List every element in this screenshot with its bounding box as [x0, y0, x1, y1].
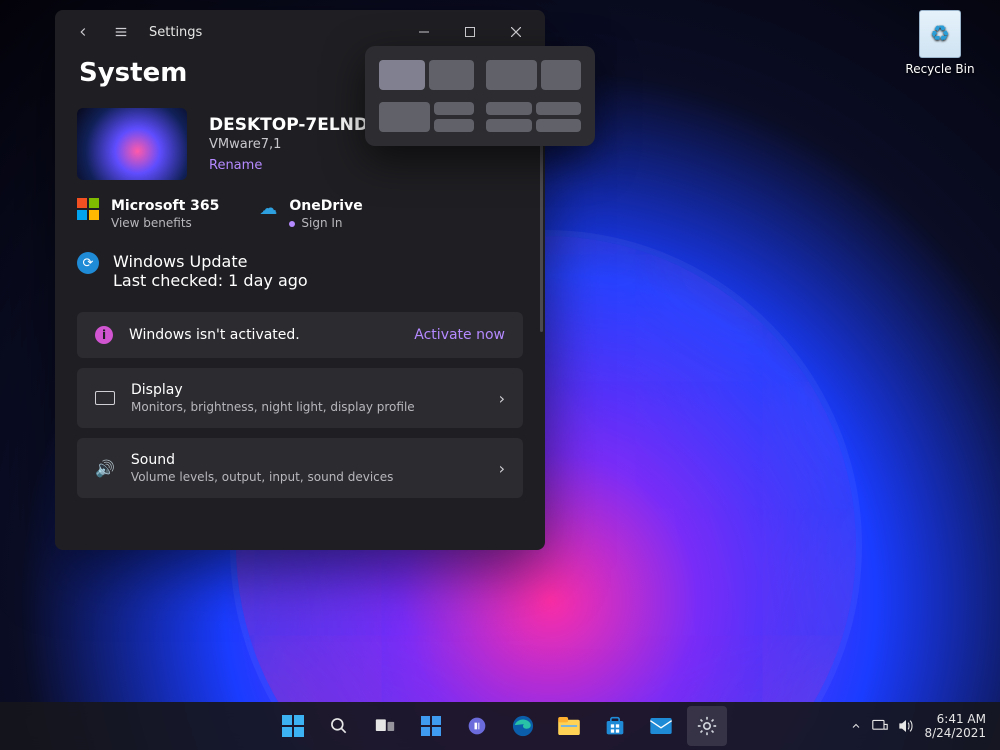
taskbar-app-chat[interactable] — [457, 706, 497, 746]
snap-layout-1-plus-2[interactable] — [379, 102, 474, 132]
activation-banner: i Windows isn't activated. Activate now — [77, 312, 523, 358]
chevron-right-icon: › — [499, 459, 505, 478]
recycle-bin-label: Recycle Bin — [900, 62, 980, 76]
desktop-icon-recycle-bin[interactable]: Recycle Bin — [900, 10, 980, 76]
search-button[interactable] — [319, 706, 359, 746]
taskbar-app-mail[interactable] — [641, 706, 681, 746]
taskbar-clock[interactable]: 6:41 AM 8/24/2021 — [924, 712, 986, 741]
sound-sub: Volume levels, output, input, sound devi… — [131, 470, 393, 484]
widgets-button[interactable] — [411, 706, 451, 746]
window-minimize-button[interactable] — [401, 16, 447, 48]
quick-microsoft-365[interactable]: Microsoft 365 View benefits — [77, 198, 219, 230]
chevron-right-icon: › — [499, 389, 505, 408]
quick-onedrive[interactable]: ☁ OneDrive Sign In — [259, 198, 362, 230]
back-button[interactable] — [73, 22, 93, 42]
sound-icon: 🔊 — [95, 459, 115, 478]
display-icon — [95, 391, 115, 405]
taskbar-app-file-explorer[interactable] — [549, 706, 589, 746]
window-title: Settings — [149, 25, 202, 40]
snap-layout-2col[interactable] — [379, 60, 474, 90]
device-name: DESKTOP-7ELNDNI — [209, 115, 389, 135]
m365-sub: View benefits — [111, 216, 219, 230]
taskbar-app-settings[interactable] — [687, 706, 727, 746]
clock-date: 8/24/2021 — [924, 726, 986, 740]
tray-overflow-chevron-icon[interactable] — [850, 720, 862, 732]
settings-scroll-region[interactable]: DESKTOP-7ELNDNI VMware7,1 Rename Microso… — [55, 102, 545, 550]
activation-text: Windows isn't activated. — [129, 327, 300, 343]
volume-icon[interactable] — [898, 719, 914, 733]
start-button[interactable] — [273, 706, 313, 746]
taskbar: 6:41 AM 8/24/2021 — [0, 702, 1000, 750]
device-model: VMware7,1 — [209, 137, 389, 152]
wu-title: Windows Update — [113, 252, 308, 271]
onedrive-icon: ☁ — [259, 198, 277, 219]
wu-sub: Last checked: 1 day ago — [113, 271, 308, 290]
m365-title: Microsoft 365 — [111, 198, 219, 214]
snap-layouts-flyout — [365, 46, 595, 146]
settings-item-sound[interactable]: 🔊 Sound Volume levels, output, input, so… — [77, 438, 523, 498]
onedrive-title: OneDrive — [289, 198, 362, 214]
display-sub: Monitors, brightness, night light, displ… — [131, 400, 415, 414]
info-icon: i — [95, 326, 113, 344]
display-title: Display — [131, 382, 415, 398]
microsoft-365-icon — [77, 198, 99, 220]
settings-item-display[interactable]: Display Monitors, brightness, night ligh… — [77, 368, 523, 428]
clock-time: 6:41 AM — [924, 712, 986, 726]
network-icon[interactable] — [872, 719, 888, 733]
quick-windows-update[interactable]: ⟳ Windows Update Last checked: 1 day ago — [77, 252, 523, 290]
onedrive-sub: Sign In — [289, 216, 362, 230]
snap-layout-quad[interactable] — [486, 102, 581, 132]
rename-link[interactable]: Rename — [209, 158, 389, 173]
activate-now-link[interactable]: Activate now — [414, 327, 505, 343]
device-wallpaper-thumb — [77, 108, 187, 180]
window-close-button[interactable] — [493, 16, 539, 48]
nav-menu-button[interactable] — [111, 22, 131, 42]
windows-update-icon: ⟳ — [77, 252, 99, 274]
taskbar-app-edge[interactable] — [503, 706, 543, 746]
window-maximize-button[interactable] — [447, 16, 493, 48]
snap-layout-2col-wide[interactable] — [486, 60, 581, 90]
taskbar-app-store[interactable] — [595, 706, 635, 746]
task-view-button[interactable] — [365, 706, 405, 746]
sound-title: Sound — [131, 452, 393, 468]
recycle-bin-icon — [919, 10, 961, 58]
